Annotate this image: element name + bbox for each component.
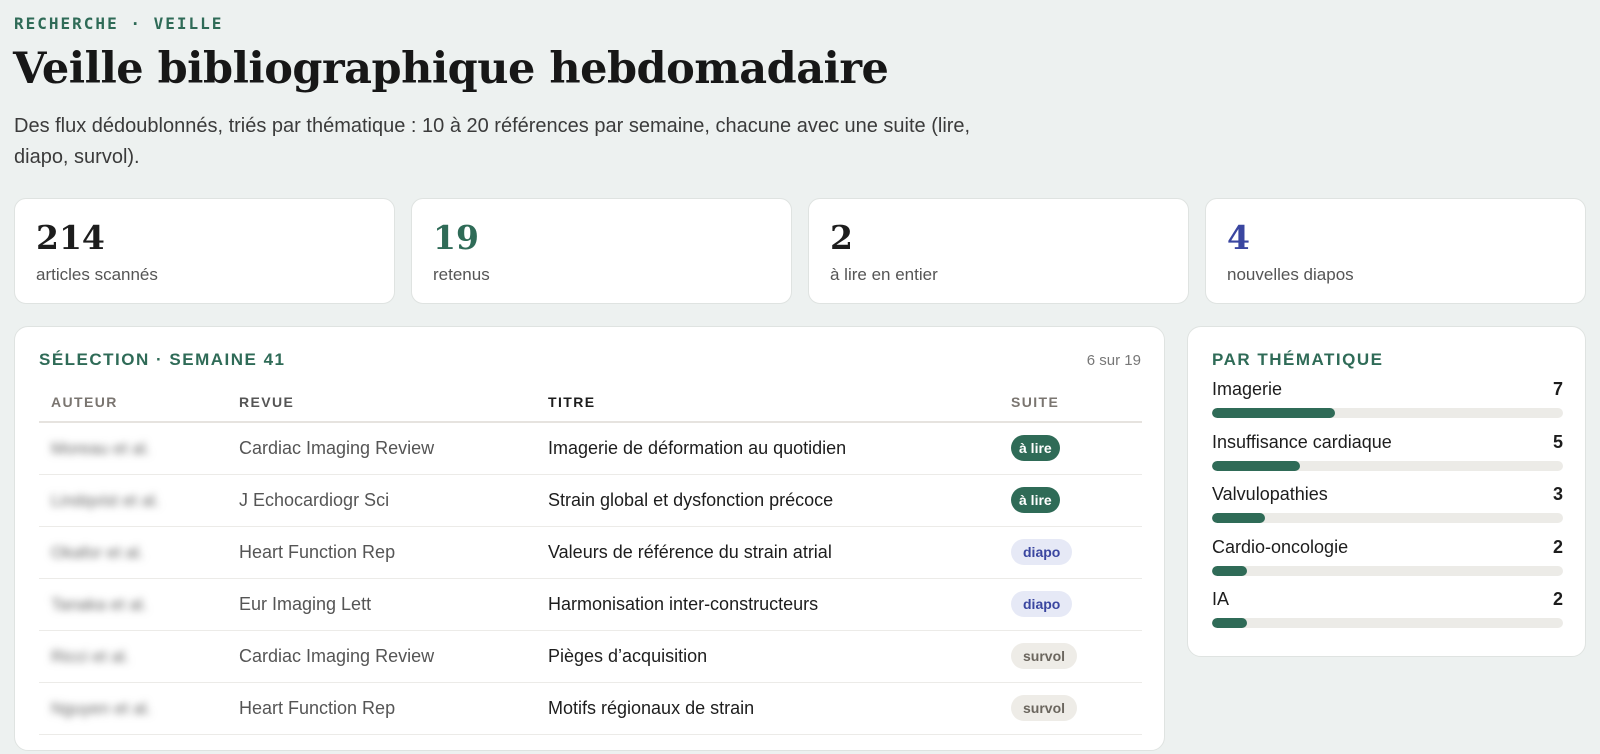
author-cell: Moreau et al. — [39, 422, 239, 475]
author-name: Okafor et al. — [51, 542, 144, 562]
author-cell: Lindqvist et al. — [39, 474, 239, 527]
author-name: Moreau et al. — [51, 438, 151, 458]
revue-cell: Heart Function Rep — [239, 526, 548, 579]
suite-cell: à lire — [1011, 422, 1142, 475]
revue-cell: Cardiac Imaging Review — [239, 630, 548, 683]
stat-value: 2 — [830, 218, 853, 257]
suite-cell: survol — [1011, 630, 1142, 683]
suite-badge[interactable]: diapo — [1011, 591, 1073, 617]
suite-cell: diapo — [1011, 526, 1142, 579]
author-cell: Ricci et al. — [39, 630, 239, 683]
theme-label: Imagerie — [1212, 379, 1283, 399]
titre-cell[interactable]: Imagerie de déformation au quotidien — [548, 422, 1011, 475]
author-name: Tanaka et al. — [51, 594, 148, 614]
author-cell: Nguyen et al. — [39, 682, 239, 735]
author-name: Nguyen et al. — [51, 698, 152, 718]
suite-badge[interactable]: à lire — [1011, 435, 1060, 462]
table-row[interactable]: Tanaka et al. Eur Imaging Lett Harmonisati… — [39, 578, 1142, 631]
suite-cell: survol — [1011, 682, 1142, 735]
suite-badge[interactable]: diapo — [1011, 539, 1073, 565]
theme-count: 2 — [1552, 536, 1563, 557]
theme-label: Insuffisance cardiaque — [1212, 431, 1392, 452]
theme-bar-track — [1212, 460, 1563, 471]
suite-badge[interactable]: survol — [1011, 643, 1078, 669]
stat-value: 19 — [433, 218, 479, 257]
table-row[interactable]: Okafor et al. Heart Function Rep Valeurs d… — [39, 526, 1142, 579]
titre-cell[interactable]: Valeurs de référence du strain atrial — [548, 526, 1011, 579]
revue-cell: J Echocardiogr Sci — [239, 474, 548, 527]
stat-card-new-slides: 4 nouvelles diapos — [1205, 198, 1586, 304]
author-cell: Tanaka et al. — [39, 578, 239, 631]
theme-count: 2 — [1552, 589, 1563, 609]
suite-cell: à lire — [1011, 474, 1142, 527]
suite-cell: diapo — [1011, 578, 1142, 631]
page-title: Veille bibliographique hebdomadaire — [13, 44, 889, 94]
theme-bar-fill — [1212, 408, 1335, 418]
selection-count: 6 sur 19 — [1086, 352, 1141, 369]
stat-label: retenus — [433, 265, 490, 284]
page-subtitle: Des flux dédoublonnés, triés par thémati… — [14, 115, 971, 168]
selection-heading: SÉLECTION · SEMAINE 41 — [39, 350, 286, 369]
author-name: Lindqvist et al. — [51, 490, 160, 510]
theme-count: 7 — [1552, 379, 1563, 399]
theme-bar-track — [1212, 565, 1563, 576]
theme-label: Valvulopathies — [1212, 484, 1328, 504]
table-row[interactable]: Ricci et al. Cardiac Imaging Review Pièges… — [39, 630, 1142, 683]
stat-card-full-read: 2 à lire en entier — [808, 198, 1189, 304]
table-row[interactable]: Nguyen et al. Heart Function Rep Motifs ré… — [39, 682, 1142, 735]
revue-cell: Eur Imaging Lett — [239, 578, 548, 631]
table-row[interactable]: Moreau et al. Cardiac Imaging Review Image… — [39, 422, 1142, 475]
theme-bar-track — [1212, 513, 1563, 523]
stat-label: à lire en entier — [830, 265, 938, 284]
suite-badge[interactable]: survol — [1011, 695, 1078, 721]
theme-bar-track — [1212, 618, 1563, 628]
stat-value: 214 — [36, 218, 105, 257]
eyebrow: RECHERCHE · VEILLE — [14, 14, 224, 33]
column-header-titre[interactable]: TITRE — [548, 382, 1011, 423]
titre-cell[interactable]: Harmonisation inter-constructeurs — [548, 578, 1011, 631]
stat-value: 4 — [1227, 218, 1250, 257]
column-header-revue[interactable]: REVUE — [239, 382, 548, 423]
theme-bar-fill — [1212, 513, 1265, 523]
theme-label: Cardio-oncologie — [1212, 536, 1349, 557]
titre-cell[interactable]: Strain global et dysfonction précoce — [548, 474, 1011, 527]
theme-label: IA — [1212, 589, 1230, 609]
column-header-suite[interactable]: SUITE — [1011, 382, 1142, 423]
theme-card: PAR THÉMATIQUE Imagerie 7 Insuffisance car… — [1187, 326, 1586, 657]
suite-badge[interactable]: à lire — [1011, 487, 1060, 513]
revue-cell: Cardiac Imaging Review — [239, 422, 548, 475]
theme-count: 3 — [1552, 484, 1563, 504]
theme-bar-fill — [1212, 460, 1300, 471]
author-cell: Okafor et al. — [39, 526, 239, 579]
theme-heading: PAR THÉMATIQUE — [1212, 350, 1384, 369]
theme-bar-track — [1212, 408, 1563, 418]
stat-card-retained: 19 retenus — [411, 198, 792, 304]
table-row[interactable]: Lindqvist et al. J Echocardiogr Sci Strain… — [39, 474, 1142, 527]
titre-cell[interactable]: Motifs régionaux de strain — [548, 682, 1011, 735]
selection-table: AUTEUR REVUE TITRE SUITE Moreau et al. Ca… — [39, 382, 1142, 735]
table-header-row: AUTEUR REVUE TITRE SUITE — [39, 382, 1142, 423]
author-name: Ricci et al. — [51, 646, 130, 666]
revue-cell: Heart Function Rep — [239, 682, 548, 735]
theme-bar-fill — [1212, 618, 1248, 628]
theme-count: 5 — [1552, 431, 1563, 452]
theme-bar-fill — [1212, 565, 1248, 576]
stat-label: nouvelles diapos — [1227, 265, 1354, 284]
selection-card: SÉLECTION · SEMAINE 41 6 sur 19 AUTEUR R… — [14, 326, 1165, 751]
stat-label: articles scannés — [36, 265, 158, 284]
column-header-author[interactable]: AUTEUR — [39, 382, 239, 423]
titre-cell[interactable]: Pièges d’acquisition — [548, 630, 1011, 683]
stat-card-scanned: 214 articles scannés — [14, 198, 395, 304]
